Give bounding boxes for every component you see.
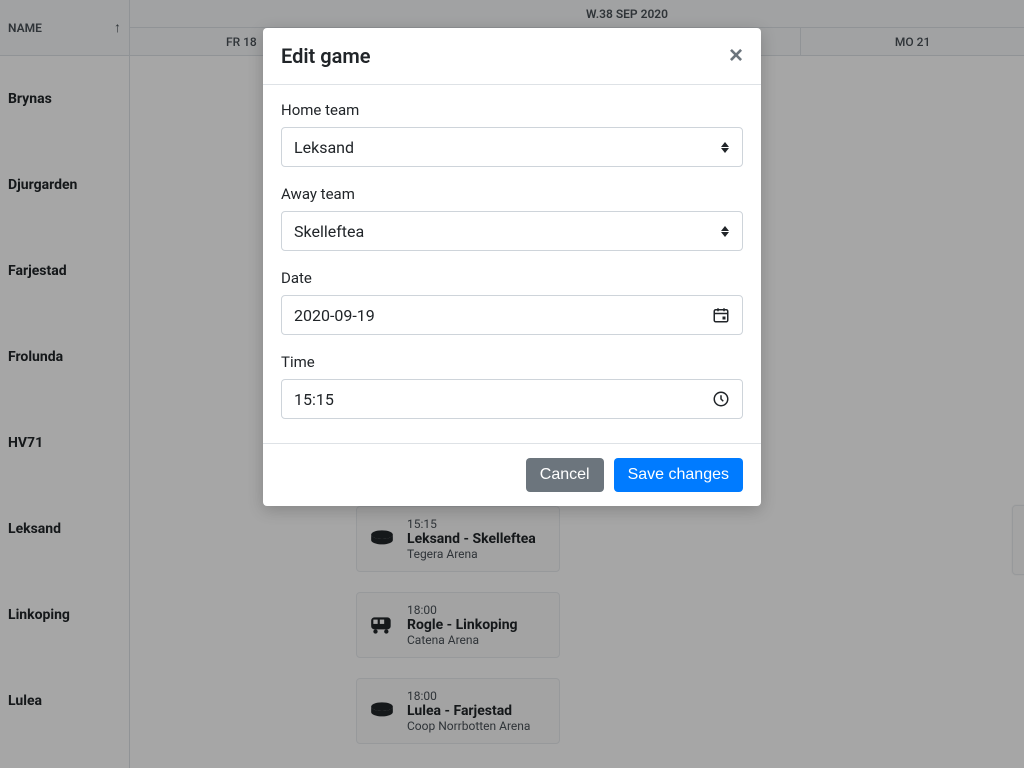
date-input[interactable]: 2020-09-19 (281, 295, 743, 335)
select-arrows-icon (720, 139, 730, 155)
close-icon: × (729, 42, 743, 69)
form-group-time: Time 15:15 (281, 353, 743, 419)
form-group-away: Away team Skelleftea (281, 185, 743, 251)
time-input[interactable]: 15:15 (281, 379, 743, 419)
cancel-button[interactable]: Cancel (526, 458, 604, 492)
save-changes-button[interactable]: Save changes (614, 458, 743, 492)
date-value: 2020-09-19 (294, 306, 375, 325)
home-team-select[interactable]: Leksand (281, 127, 743, 167)
modal-body: Home team Leksand Away team Skelleftea (263, 85, 761, 443)
date-label: Date (281, 269, 743, 287)
away-team-label: Away team (281, 185, 743, 203)
away-team-value: Skelleftea (294, 222, 364, 241)
clock-icon (712, 390, 730, 408)
away-team-select[interactable]: Skelleftea (281, 211, 743, 251)
form-group-home: Home team Leksand (281, 101, 743, 167)
modal-header: Edit game × (263, 28, 761, 85)
time-value: 15:15 (294, 390, 334, 409)
modal-title: Edit game (281, 44, 371, 68)
close-button[interactable]: × (729, 44, 743, 68)
modal-overlay[interactable]: Edit game × Home team Leksand Away team (0, 0, 1024, 768)
home-team-label: Home team (281, 101, 743, 119)
form-group-date: Date 2020-09-19 (281, 269, 743, 335)
edit-game-modal: Edit game × Home team Leksand Away team (263, 28, 761, 506)
time-label: Time (281, 353, 743, 371)
modal-footer: Cancel Save changes (263, 443, 761, 506)
select-arrows-icon (720, 223, 730, 239)
calendar-icon (712, 306, 730, 324)
home-team-value: Leksand (294, 138, 354, 157)
